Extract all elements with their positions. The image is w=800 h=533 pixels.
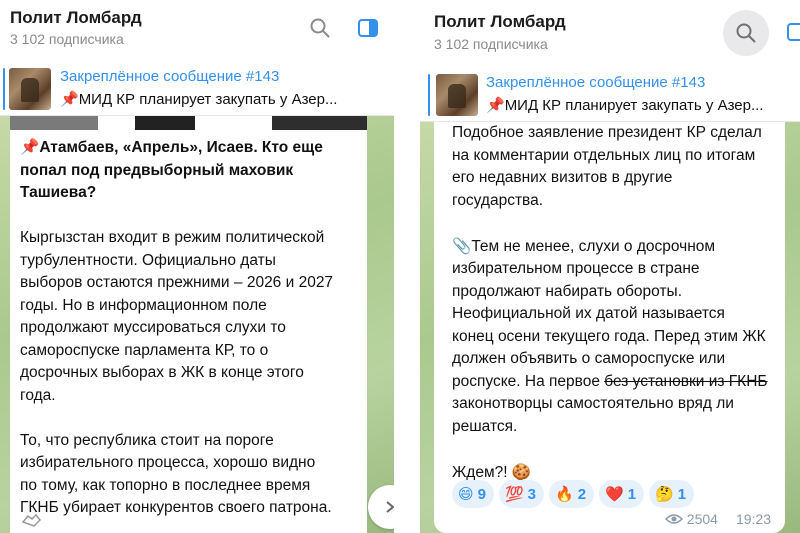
sidebar-toggle-button[interactable] [348,8,388,48]
chevron-right-icon [386,501,394,513]
pinned-preview-text: МИД КР планирует закупать у Азер... [78,91,338,108]
right-chat-panel: Полит Ломбард 3 102 подписчика Закреплён… [420,0,800,533]
sidebar-icon [787,23,800,41]
pinned-indicator [428,74,430,116]
pinned-message-bar[interactable]: Закреплённое сообщение #143 📌МИД КР план… [420,68,800,122]
message-bubble: Подобное заявление президент КР сделал н… [434,122,785,533]
pinned-indicator [3,68,5,110]
message-bubble: 📌Атамбаев, «Апрель», Исаев. Кто еще попа… [10,116,367,533]
message-text: 📌Атамбаев, «Апрель», Исаев. Кто еще попа… [20,136,365,533]
search-button[interactable] [723,10,769,56]
message-headline: 📌Атамбаев, «Апрель», Исаев. Кто еще попа… [20,138,323,201]
laugh-icon: 😄 [458,485,474,503]
reaction-hundred[interactable]: 💯 3 [498,480,545,508]
strikethrough-text: без установки из ГКНБ [604,372,768,390]
message-paragraph: Подобное заявление президент КР сделал н… [452,124,762,209]
pinned-preview: 📌МИД КР планирует закупать у Азер... [486,96,763,114]
subscriber-count: 3 102 подписчика [434,36,548,52]
message-paragraph: То, что республика стоит на пороге избир… [20,431,332,517]
message-meta: 2504 19:23 [664,511,771,527]
left-chat-panel: Полит Ломбард 3 102 подписчика Закреплён… [0,0,394,533]
pinned-title: Закреплённое сообщение #143 [486,74,706,91]
cookie-icon: 🍪 [511,462,532,481]
message-paragraph: 📎Тем не менее, слухи о досрочном избират… [452,236,768,435]
eye-icon [664,514,683,524]
fire-icon: 🔥 [555,485,574,503]
search-button[interactable] [300,8,340,48]
pushpin-icon: 📌 [60,90,79,108]
subscriber-count: 3 102 подписчика [10,31,124,47]
chat-header: Полит Ломбард 3 102 подписчика [420,0,800,62]
search-icon [736,23,756,43]
pinned-preview-text: МИД КР планирует закупать у Азер... [504,97,764,114]
message-paragraph: Кыргызстан входит в режим политической т… [20,229,334,404]
pinned-thumbnail [9,68,51,110]
media-preview[interactable] [10,116,367,130]
reaction-thinking[interactable]: 🤔 1 [649,480,695,508]
reactions-row: 😄 9 💯 3 🔥 2 ❤️ 1 🤔 1 [452,480,695,508]
hundred-icon: 💯 [504,485,524,503]
pinned-thumbnail [436,74,478,116]
pinned-title: Закреплённое сообщение #143 [60,68,280,85]
sidebar-toggle-button[interactable] [777,12,800,52]
reaction-fire[interactable]: 🔥 2 [549,480,595,508]
handshake-icon [21,513,42,527]
pinned-message-bar[interactable]: Закреплённое сообщение #143 📌МИД КР план… [0,62,394,116]
message-time: 19:23 [735,511,771,527]
message-text: Подобное заявление президент КР сделал н… [452,122,787,484]
thinking-icon: 🤔 [655,485,674,503]
view-count: 2504 [686,511,718,527]
channel-title[interactable]: Полит Ломбард [10,8,142,28]
search-icon [310,18,330,38]
sidebar-icon [358,19,378,37]
channel-title[interactable]: Полит Ломбард [434,12,566,32]
pushpin-icon: 📌 [486,96,505,114]
heart-icon: ❤️ [605,485,624,503]
pushpin-icon: 📌 [20,138,40,156]
chat-header: Полит Ломбард 3 102 подписчика [0,0,394,62]
panel-divider [394,0,420,533]
paperclip-icon: 📎 [452,236,472,255]
reaction-laugh[interactable]: 😄 9 [452,480,494,508]
reaction-heart[interactable]: ❤️ 1 [599,480,645,508]
pinned-preview: 📌МИД КР планирует закупать у Азер... [60,90,337,108]
